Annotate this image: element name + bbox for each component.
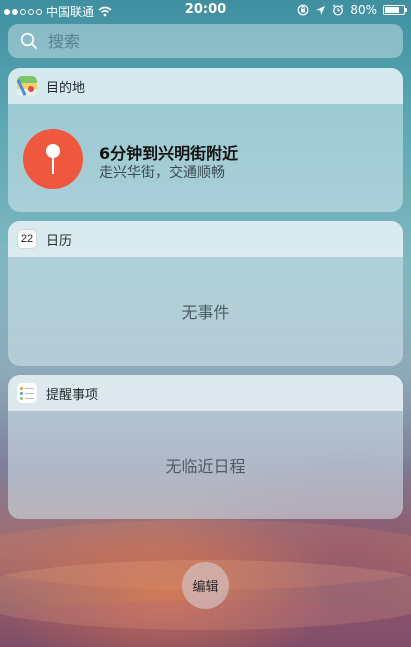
battery-level bbox=[385, 7, 400, 13]
calendar-widget[interactable]: 22 日历 无事件 bbox=[8, 221, 403, 366]
calendar-widget-body[interactable]: 无事件 bbox=[8, 257, 403, 366]
destination-route: 走兴华街，交通顺畅 bbox=[99, 165, 225, 181]
reminders-widget-body[interactable]: 无临近日程 bbox=[8, 411, 403, 519]
calendar-empty-state: 无事件 bbox=[181, 303, 230, 322]
battery-icon bbox=[383, 5, 407, 15]
status-bar: 中国联通 20:00 80% bbox=[0, 0, 411, 20]
destinations-widget-body[interactable]: 6分钟到兴明街附近 走兴华街，交通顺畅 bbox=[8, 104, 403, 212]
map-pin-icon bbox=[23, 129, 83, 189]
reminders-widget-title: 提醒事项 bbox=[46, 387, 99, 403]
destinations-widget-title: 目的地 bbox=[46, 80, 86, 96]
search-input[interactable] bbox=[46, 30, 370, 52]
search-bar[interactable] bbox=[8, 24, 403, 58]
calendar-app-icon: 22 bbox=[17, 229, 37, 249]
edit-button[interactable]: 编辑 bbox=[182, 562, 229, 609]
status-right: 80% bbox=[297, 3, 407, 17]
destinations-widget-header[interactable]: 目的地 bbox=[8, 68, 403, 104]
alarm-icon bbox=[332, 4, 344, 16]
reminders-widget-header[interactable]: 提醒事项 bbox=[8, 375, 403, 411]
destination-eta: 6分钟到兴明街附近 bbox=[99, 144, 239, 163]
calendar-widget-header[interactable]: 22 日历 bbox=[8, 221, 403, 257]
reminders-app-icon bbox=[17, 383, 37, 403]
search-icon bbox=[20, 32, 38, 50]
maps-app-icon bbox=[17, 76, 37, 96]
reminders-widget[interactable]: 提醒事项 无临近日程 bbox=[8, 375, 403, 519]
location-icon bbox=[316, 5, 326, 15]
battery-percent: 80% bbox=[350, 3, 377, 17]
destinations-widget[interactable]: 目的地 6分钟到兴明街附近 走兴华街，交通顺畅 bbox=[8, 68, 403, 212]
reminders-empty-state: 无临近日程 bbox=[165, 457, 246, 476]
calendar-widget-title: 日历 bbox=[46, 233, 73, 249]
calendar-icon-day: 22 bbox=[20, 233, 34, 245]
orientation-lock-icon bbox=[297, 4, 309, 16]
